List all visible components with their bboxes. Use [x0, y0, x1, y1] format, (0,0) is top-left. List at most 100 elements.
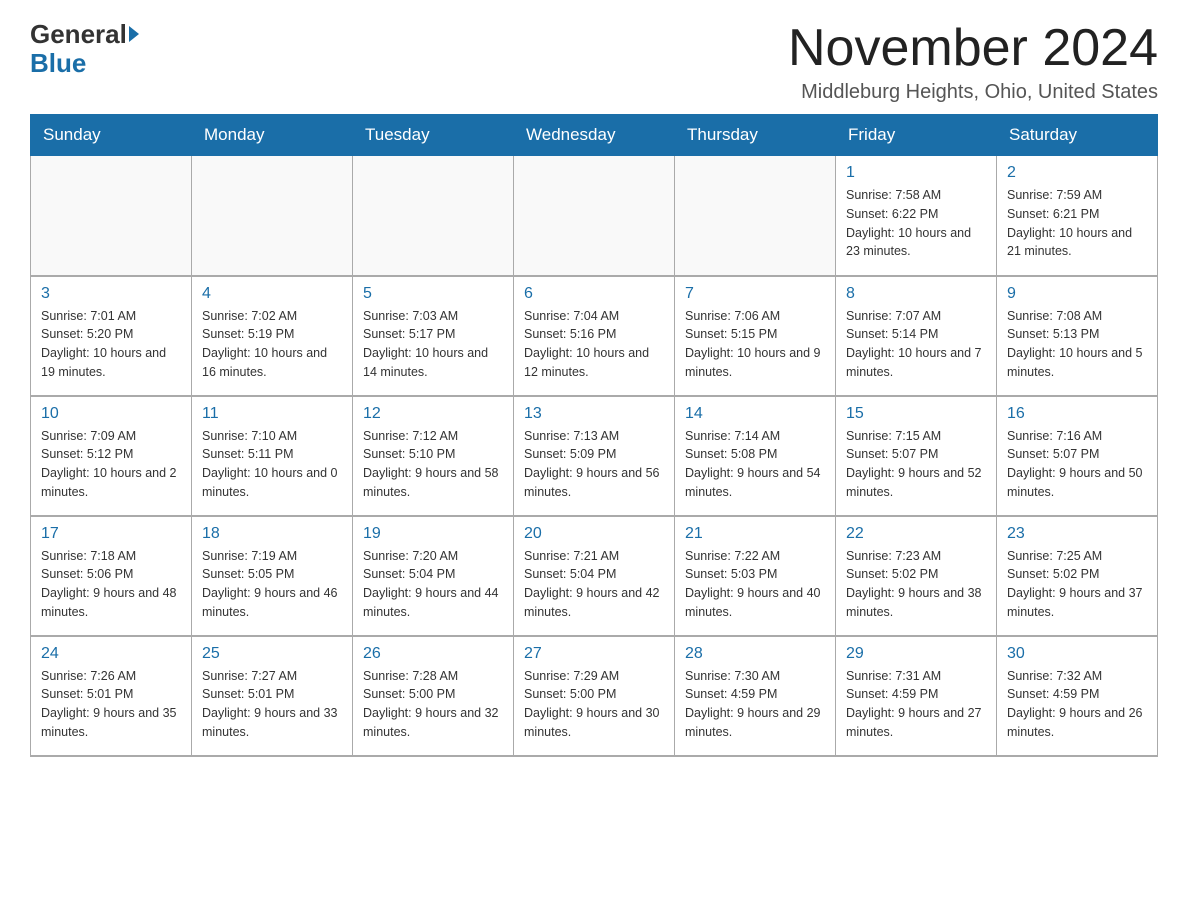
day-number: 22 [846, 525, 986, 543]
calendar-cell: 25Sunrise: 7:27 AM Sunset: 5:01 PM Dayli… [192, 636, 353, 756]
day-number: 6 [524, 285, 664, 303]
day-number: 2 [1007, 164, 1147, 182]
day-info: Sunrise: 7:22 AM Sunset: 5:03 PM Dayligh… [685, 547, 825, 622]
day-info: Sunrise: 7:27 AM Sunset: 5:01 PM Dayligh… [202, 667, 342, 742]
day-number: 15 [846, 405, 986, 423]
day-info: Sunrise: 7:30 AM Sunset: 4:59 PM Dayligh… [685, 667, 825, 742]
day-number: 19 [363, 525, 503, 543]
day-number: 4 [202, 285, 342, 303]
day-info: Sunrise: 7:23 AM Sunset: 5:02 PM Dayligh… [846, 547, 986, 622]
day-number: 30 [1007, 645, 1147, 663]
day-number: 29 [846, 645, 986, 663]
day-number: 16 [1007, 405, 1147, 423]
day-number: 8 [846, 285, 986, 303]
day-info: Sunrise: 7:06 AM Sunset: 5:15 PM Dayligh… [685, 307, 825, 382]
day-info: Sunrise: 7:07 AM Sunset: 5:14 PM Dayligh… [846, 307, 986, 382]
calendar-title: November 2024 [788, 20, 1158, 77]
day-info: Sunrise: 7:19 AM Sunset: 5:05 PM Dayligh… [202, 547, 342, 622]
day-number: 21 [685, 525, 825, 543]
header-day-wednesday: Wednesday [514, 115, 675, 156]
header-day-sunday: Sunday [31, 115, 192, 156]
day-number: 17 [41, 525, 181, 543]
calendar-cell: 26 Sunrise: 7:28 AM Sunset: 5:00 PM Dayli… [353, 636, 514, 756]
day-info: Sunrise: 7:32 AM Sunset: 4:59 PM Dayligh… [1007, 667, 1147, 742]
day-number: 26 [363, 645, 503, 663]
week-row-4: 17Sunrise: 7:18 AM Sunset: 5:06 PM Dayli… [31, 516, 1158, 636]
day-info: Sunrise: 7:10 AM Sunset: 5:11 PM Dayligh… [202, 427, 342, 502]
calendar-cell: 29 Sunrise: 7:31 AM Sunset: 4:59 PM Dayli… [836, 636, 997, 756]
header-day-thursday: Thursday [675, 115, 836, 156]
day-info: Sunrise: 7:26 AM Sunset: 5:01 PM Dayligh… [41, 667, 181, 742]
day-number: 5 [363, 285, 503, 303]
day-number: 9 [1007, 285, 1147, 303]
week-row-1: 1 Sunrise: 7:58 AM Sunset: 6:22 PM Daylig… [31, 156, 1158, 276]
header-row: SundayMondayTuesdayWednesdayThursdayFrid… [31, 115, 1158, 156]
header-day-saturday: Saturday [997, 115, 1158, 156]
calendar-table: SundayMondayTuesdayWednesdayThursdayFrid… [30, 114, 1158, 757]
calendar-body: 1 Sunrise: 7:58 AM Sunset: 6:22 PM Daylig… [31, 156, 1158, 756]
week-row-3: 10Sunrise: 7:09 AM Sunset: 5:12 PM Dayli… [31, 396, 1158, 516]
calendar-cell: 13Sunrise: 7:13 AM Sunset: 5:09 PM Dayli… [514, 396, 675, 516]
day-info: Sunrise: 7:14 AM Sunset: 5:08 PM Dayligh… [685, 427, 825, 502]
calendar-cell [31, 156, 192, 276]
day-number: 18 [202, 525, 342, 543]
calendar-cell: 14 Sunrise: 7:14 AM Sunset: 5:08 PM Dayli… [675, 396, 836, 516]
day-number: 23 [1007, 525, 1147, 543]
calendar-cell: 17Sunrise: 7:18 AM Sunset: 5:06 PM Dayli… [31, 516, 192, 636]
logo-general-text: General [30, 20, 127, 49]
calendar-cell: 4 Sunrise: 7:02 AM Sunset: 5:19 PM Daylig… [192, 276, 353, 396]
header-day-monday: Monday [192, 115, 353, 156]
day-info: Sunrise: 7:04 AM Sunset: 5:16 PM Dayligh… [524, 307, 664, 382]
logo-arrow-icon [129, 26, 139, 42]
calendar-subtitle: Middleburg Heights, Ohio, United States [788, 81, 1158, 104]
calendar-cell: 3 Sunrise: 7:01 AM Sunset: 5:20 PM Daylig… [31, 276, 192, 396]
day-info: Sunrise: 7:29 AM Sunset: 5:00 PM Dayligh… [524, 667, 664, 742]
calendar-cell: 8 Sunrise: 7:07 AM Sunset: 5:14 PM Daylig… [836, 276, 997, 396]
week-row-2: 3 Sunrise: 7:01 AM Sunset: 5:20 PM Daylig… [31, 276, 1158, 396]
calendar-cell: 2 Sunrise: 7:59 AM Sunset: 6:21 PM Daylig… [997, 156, 1158, 276]
day-number: 12 [363, 405, 503, 423]
calendar-cell: 9Sunrise: 7:08 AM Sunset: 5:13 PM Daylig… [997, 276, 1158, 396]
calendar-cell: 6 Sunrise: 7:04 AM Sunset: 5:16 PM Daylig… [514, 276, 675, 396]
calendar-cell: 20 Sunrise: 7:21 AM Sunset: 5:04 PM Dayli… [514, 516, 675, 636]
calendar-cell: 24Sunrise: 7:26 AM Sunset: 5:01 PM Dayli… [31, 636, 192, 756]
calendar-cell: 1 Sunrise: 7:58 AM Sunset: 6:22 PM Daylig… [836, 156, 997, 276]
day-info: Sunrise: 7:15 AM Sunset: 5:07 PM Dayligh… [846, 427, 986, 502]
calendar-cell: 28Sunrise: 7:30 AM Sunset: 4:59 PM Dayli… [675, 636, 836, 756]
day-info: Sunrise: 7:20 AM Sunset: 5:04 PM Dayligh… [363, 547, 503, 622]
day-info: Sunrise: 7:21 AM Sunset: 5:04 PM Dayligh… [524, 547, 664, 622]
day-info: Sunrise: 7:31 AM Sunset: 4:59 PM Dayligh… [846, 667, 986, 742]
day-number: 20 [524, 525, 664, 543]
calendar-header: SundayMondayTuesdayWednesdayThursdayFrid… [31, 115, 1158, 156]
day-info: Sunrise: 7:25 AM Sunset: 5:02 PM Dayligh… [1007, 547, 1147, 622]
calendar-cell: 5 Sunrise: 7:03 AM Sunset: 5:17 PM Daylig… [353, 276, 514, 396]
day-info: Sunrise: 7:03 AM Sunset: 5:17 PM Dayligh… [363, 307, 503, 382]
day-number: 7 [685, 285, 825, 303]
calendar-cell: 7 Sunrise: 7:06 AM Sunset: 5:15 PM Daylig… [675, 276, 836, 396]
day-number: 10 [41, 405, 181, 423]
header-day-friday: Friday [836, 115, 997, 156]
day-info: Sunrise: 7:02 AM Sunset: 5:19 PM Dayligh… [202, 307, 342, 382]
day-info: Sunrise: 7:01 AM Sunset: 5:20 PM Dayligh… [41, 307, 181, 382]
calendar-cell: 23 Sunrise: 7:25 AM Sunset: 5:02 PM Dayli… [997, 516, 1158, 636]
calendar-cell: 16 Sunrise: 7:16 AM Sunset: 5:07 PM Dayli… [997, 396, 1158, 516]
day-info: Sunrise: 7:58 AM Sunset: 6:22 PM Dayligh… [846, 186, 986, 261]
calendar-cell [192, 156, 353, 276]
logo: General Blue [30, 20, 139, 77]
calendar-cell: 30 Sunrise: 7:32 AM Sunset: 4:59 PM Dayli… [997, 636, 1158, 756]
calendar-cell [675, 156, 836, 276]
calendar-cell: 21 Sunrise: 7:22 AM Sunset: 5:03 PM Dayli… [675, 516, 836, 636]
day-number: 11 [202, 405, 342, 423]
day-info: Sunrise: 7:28 AM Sunset: 5:00 PM Dayligh… [363, 667, 503, 742]
day-number: 14 [685, 405, 825, 423]
header-day-tuesday: Tuesday [353, 115, 514, 156]
day-number: 1 [846, 164, 986, 182]
calendar-cell: 19 Sunrise: 7:20 AM Sunset: 5:04 PM Dayli… [353, 516, 514, 636]
header: General Blue November 2024 Middleburg He… [30, 20, 1158, 104]
day-number: 3 [41, 285, 181, 303]
calendar-cell: 27Sunrise: 7:29 AM Sunset: 5:00 PM Dayli… [514, 636, 675, 756]
calendar-cell [514, 156, 675, 276]
day-info: Sunrise: 7:16 AM Sunset: 5:07 PM Dayligh… [1007, 427, 1147, 502]
day-info: Sunrise: 7:59 AM Sunset: 6:21 PM Dayligh… [1007, 186, 1147, 261]
week-row-5: 24Sunrise: 7:26 AM Sunset: 5:01 PM Dayli… [31, 636, 1158, 756]
